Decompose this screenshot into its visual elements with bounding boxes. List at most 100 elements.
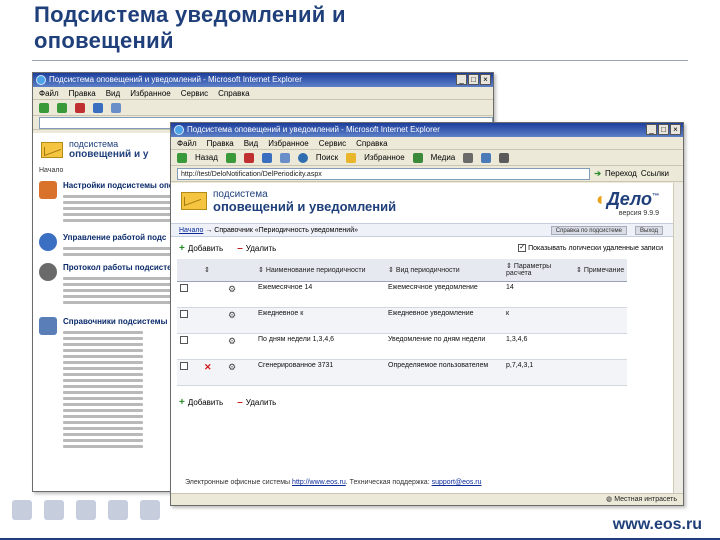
plus-icon: +	[179, 397, 185, 408]
menu-view[interactable]: Вид	[244, 137, 258, 149]
refresh-icon[interactable]	[261, 152, 272, 163]
breadcrumb-start-link[interactable]: Начало	[179, 227, 203, 234]
show-deleted-checkbox[interactable]: ✓	[518, 244, 527, 253]
menu-favorites[interactable]: Избранное	[268, 137, 309, 149]
table-row[interactable]: ⚙ Ежемесячное 14 Ежемесячное уведомление…	[177, 281, 628, 308]
row-note	[573, 281, 628, 308]
home-icon[interactable]	[111, 102, 121, 113]
bottom-actions: + Добавить – Удалить	[171, 395, 683, 411]
stop-icon[interactable]	[75, 102, 85, 113]
row-name[interactable]: Ежемесячное 14	[255, 281, 385, 308]
row-kind: Определяемое пользователем	[385, 359, 503, 386]
forward-arrow-icon[interactable]	[225, 152, 236, 163]
add-button[interactable]: + Добавить	[179, 241, 223, 257]
row-checkbox[interactable]	[180, 283, 188, 292]
back-section-log[interactable]: Протокол работы подсисте	[39, 263, 173, 313]
row-checkbox[interactable]	[180, 361, 188, 370]
refresh-icon[interactable]	[93, 102, 103, 113]
menu-tools[interactable]: Сервис	[181, 87, 208, 99]
maximize-button[interactable]: □	[468, 74, 479, 85]
col-sort[interactable]: ⇕	[201, 259, 225, 282]
back-window-titlebar[interactable]: Подсистема оповещений и уведомлений - Mi…	[33, 73, 493, 87]
row-checkbox[interactable]	[180, 309, 188, 318]
minimize-button[interactable]: _	[646, 124, 657, 135]
status-zone: Местная интрасеть	[614, 496, 677, 503]
go-arrow-icon[interactable]: ➔	[594, 166, 601, 182]
delo-swirl-icon: ◐	[595, 189, 607, 209]
menu-view[interactable]: Вид	[106, 87, 120, 99]
window-buttons: _ □ ×	[646, 124, 681, 135]
menu-help[interactable]: Справка	[218, 87, 249, 99]
maximize-button[interactable]: □	[658, 124, 669, 135]
back-section-references[interactable]: Справочники подсистемы	[39, 317, 169, 487]
front-window-titlebar[interactable]: Подсистема оповещений и уведомлений - Mi…	[171, 123, 683, 137]
go-button[interactable]: Переход	[605, 166, 637, 182]
show-deleted-option[interactable]: ✓ Показывать логически удаленные записи	[518, 241, 663, 257]
front-scrollbar[interactable]	[673, 183, 683, 493]
help-button[interactable]: Справка по подсистеме	[550, 226, 627, 235]
intranet-icon: ◍	[606, 496, 613, 503]
gear-icon[interactable]: ⚙	[228, 362, 236, 372]
back-section-settings[interactable]: Настройки подсистемы опо	[39, 181, 174, 229]
menu-edit[interactable]: Правка	[69, 87, 96, 99]
col-params-header[interactable]: ⇕ Параметры расчета	[503, 259, 573, 282]
row-checkbox[interactable]	[180, 335, 188, 344]
plus-icon: +	[179, 243, 185, 254]
row-name[interactable]: Сгенерированное 3731	[255, 359, 385, 386]
menu-help[interactable]: Справка	[356, 137, 387, 149]
minus-icon: –	[237, 397, 243, 408]
links-label[interactable]: Ссылки	[641, 166, 669, 182]
gear-icon[interactable]: ⚙	[228, 310, 236, 320]
eos-site-link[interactable]: http://www.eos.ru	[292, 479, 346, 486]
history-icon[interactable]	[463, 152, 474, 163]
table-row[interactable]: ✕ ⚙ Сгенерированное 3731 Определяемое по…	[177, 359, 628, 386]
row-name[interactable]: По дням недели 1,3,4,6	[255, 333, 385, 360]
menu-favorites[interactable]: Избранное	[130, 87, 171, 99]
col-name-header[interactable]: ⇕ Наименование периодичности	[255, 259, 385, 282]
menu-tools[interactable]: Сервис	[319, 137, 346, 149]
col-note-header[interactable]: ⇕ Примечание	[573, 259, 628, 282]
menu-file[interactable]: Файл	[177, 137, 197, 149]
media-icon[interactable]	[412, 152, 423, 163]
pen-icon	[108, 500, 128, 520]
minimize-button[interactable]: _	[456, 74, 467, 85]
forward-arrow-icon[interactable]	[57, 102, 67, 113]
menu-file[interactable]: Файл	[39, 87, 59, 99]
toolbar-back-label[interactable]: Назад	[195, 150, 218, 166]
tree-icon	[44, 500, 64, 520]
page-footer: Электронные офисные системы http://www.e…	[171, 475, 683, 491]
toolbar-media-label[interactable]: Медиа	[431, 150, 456, 166]
table-row[interactable]: ⚙ Ежедневное к Ежедневное уведомление к	[177, 307, 628, 334]
close-button[interactable]: ×	[480, 74, 491, 85]
toolbar-search-label[interactable]: Поиск	[316, 150, 338, 166]
gear-icon[interactable]: ⚙	[228, 336, 236, 346]
home-icon[interactable]	[279, 152, 290, 163]
gear-icon[interactable]: ⚙	[228, 284, 236, 294]
back-arrow-icon[interactable]	[177, 152, 187, 163]
page-title: Подсистема уведомлений и оповещений	[34, 2, 346, 54]
table-header-row: ⇕ ⇕ Наименование периодичности ⇕ Вид пер…	[177, 259, 628, 282]
print-icon[interactable]	[499, 152, 510, 163]
menu-edit[interactable]: Правка	[207, 137, 234, 149]
toolbar-favorites-label[interactable]: Избранное	[364, 150, 405, 166]
exit-button[interactable]: Выход	[635, 226, 663, 235]
delete-button[interactable]: – Удалить	[237, 395, 276, 411]
back-arrow-icon[interactable]	[39, 102, 49, 113]
row-name[interactable]: Ежедневное к	[255, 307, 385, 334]
delete-button[interactable]: – Удалить	[237, 241, 276, 257]
version-label: версия 9.9.9	[618, 210, 659, 217]
back-start-link[interactable]: Начало	[39, 167, 63, 174]
support-email-link[interactable]: support@eos.ru	[432, 479, 482, 486]
front-window-title: Подсистема оповещений и уведомлений - Mi…	[187, 125, 440, 134]
add-button[interactable]: + Добавить	[179, 395, 223, 411]
back-section-title: Справочники подсистемы	[63, 317, 168, 326]
close-button[interactable]: ×	[670, 124, 681, 135]
table-row[interactable]: ⚙ По дням недели 1,3,4,6 Уведомление по …	[177, 333, 628, 360]
search-icon[interactable]	[297, 152, 308, 163]
address-input[interactable]: http://test/DeloNotification/DelPeriodic…	[177, 167, 591, 180]
col-kind-header[interactable]: ⇕ Вид периодичности	[385, 259, 503, 282]
stop-icon[interactable]	[243, 152, 254, 163]
favorites-icon[interactable]	[346, 152, 357, 163]
mail-icon[interactable]	[481, 152, 492, 163]
back-section-manage[interactable]: Управление работой подс	[39, 233, 173, 263]
